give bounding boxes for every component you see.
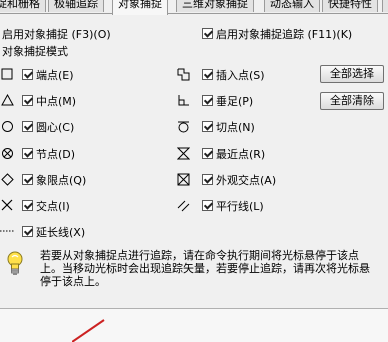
parallel-checkbox[interactable] (202, 200, 213, 211)
parallel-marker-icon (176, 198, 190, 212)
enable-osnap-label[interactable]: 启用对象捕捉 (F3)(O) (2, 26, 111, 42)
nearest-checkbox[interactable] (202, 148, 213, 159)
extension-label: 延长线(X) (36, 226, 86, 239)
quadrant-checkbox[interactable] (22, 174, 33, 185)
tab-object-snap[interactable]: 对象捕捉 (112, 0, 168, 15)
perpendicular-marker-icon (176, 93, 190, 107)
select-all-button[interactable]: 全部选择 (320, 65, 384, 83)
tab-3d-object-snap[interactable]: 三维对象捕捉 (176, 0, 254, 12)
intersection-marker-icon (0, 198, 14, 212)
intersection-label: 交点(I) (36, 200, 70, 213)
center-checkbox[interactable] (22, 121, 33, 132)
enable-tracking-label: 启用对象捕捉追踪 (F11)(K) (216, 28, 353, 41)
endpoint-label: 端点(E) (36, 69, 74, 82)
perpendicular-label: 垂足(P) (216, 95, 254, 108)
insertion-label: 插入点(S) (216, 69, 265, 82)
quadrant-label: 象限点(Q) (36, 174, 87, 187)
nearest-label: 最近点(R) (216, 148, 266, 161)
perpendicular-checkbox[interactable] (202, 95, 213, 106)
section-title: 对象捕捉模式 (2, 45, 68, 58)
lightbulb-icon (6, 251, 24, 277)
node-marker-icon (0, 146, 14, 160)
tab-snap-grid[interactable]: 捉和栅格 (0, 0, 46, 12)
tangent-checkbox[interactable] (202, 121, 213, 132)
tangent-label: 切点(N) (216, 121, 255, 134)
enable-tracking-checkbox[interactable] (202, 28, 213, 39)
midpoint-label: 中点(M) (36, 95, 77, 108)
endpoint-checkbox[interactable] (22, 69, 33, 80)
quadrant-marker-icon (0, 172, 14, 186)
tangent-marker-icon (176, 119, 190, 133)
midpoint-checkbox[interactable] (22, 95, 33, 106)
apparent-intersection-label: 外观交点(A) (216, 174, 277, 187)
nearest-marker-icon (176, 146, 190, 160)
extension-marker-icon (0, 224, 14, 238)
intersection-checkbox[interactable] (22, 200, 33, 211)
apparent-intersection-checkbox[interactable] (202, 174, 213, 185)
clear-all-button[interactable]: 全部清除 (320, 92, 384, 110)
tab-panel-border (0, 13, 388, 14)
bottom-area (0, 309, 388, 342)
tab-selection[interactable]: 选 (382, 0, 388, 12)
tab-dynamic-input[interactable]: 动态输入 (264, 0, 320, 12)
extension-checkbox[interactable] (22, 226, 33, 237)
node-label: 节点(D) (36, 148, 76, 161)
tab-polar-tracking[interactable]: 极轴追踪 (48, 0, 104, 12)
center-label: 圆心(C) (36, 121, 75, 134)
node-checkbox[interactable] (22, 148, 33, 159)
center-marker-icon (0, 119, 14, 133)
info-text: 若要从对象捕捉点进行追踪，请在命令执行期间将光标悬停于该点上。当移动光标时会出现… (40, 249, 370, 288)
apparent-intersection-marker-icon (176, 172, 190, 186)
endpoint-marker-icon (0, 67, 14, 81)
red-annotation-line (72, 319, 105, 342)
midpoint-marker-icon (0, 93, 14, 107)
insertion-checkbox[interactable] (202, 69, 213, 80)
insertion-marker-icon (176, 67, 190, 81)
tab-quick-properties[interactable]: 快捷特性 (322, 0, 378, 12)
tab-strip: 捉和栅格 极轴追踪 对象捕捉 三维对象捕捉 动态输入 快捷特性 选 (0, 0, 388, 15)
parallel-label: 平行线(L) (216, 200, 264, 213)
